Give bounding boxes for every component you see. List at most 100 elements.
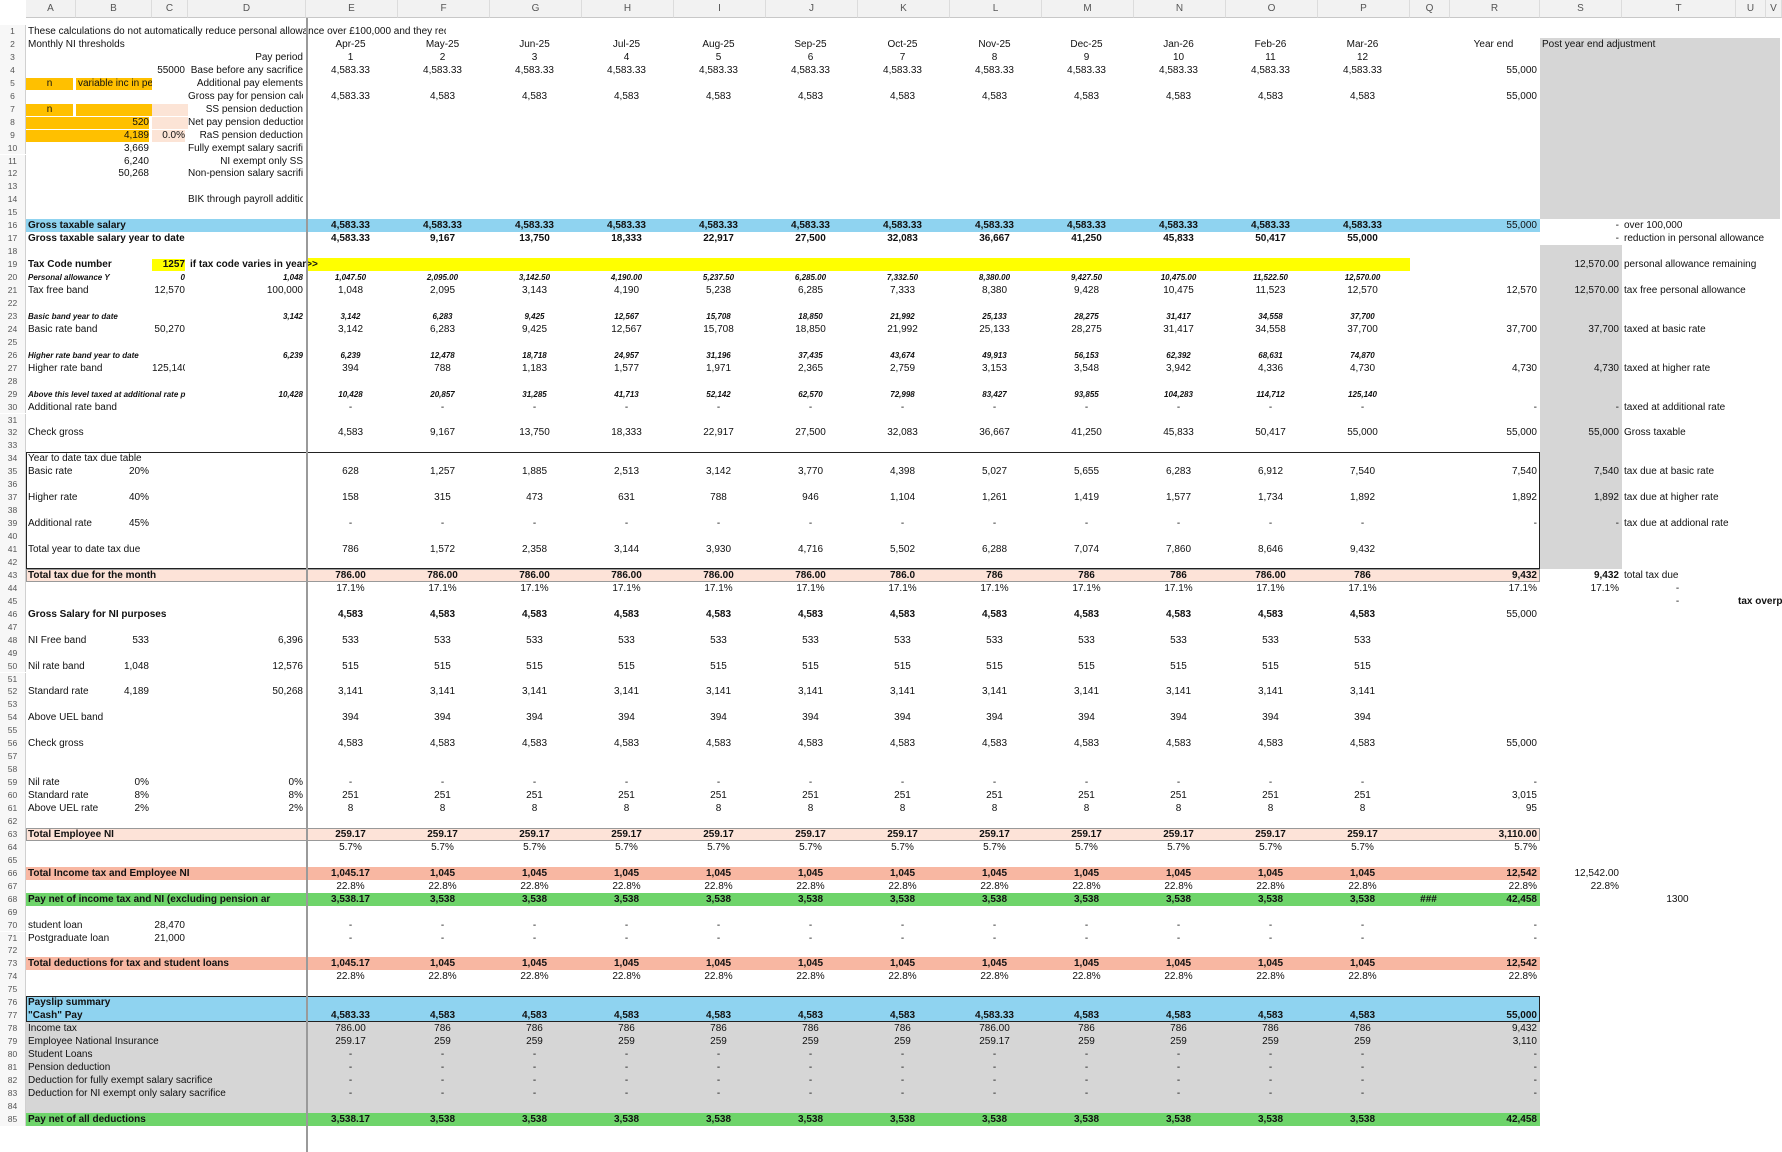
- row-header[interactable]: 18: [0, 245, 26, 259]
- cell-P2[interactable]: Mar-26: [1318, 39, 1407, 51]
- cell-K66[interactable]: 1,045: [858, 868, 947, 880]
- row-header[interactable]: 33: [0, 439, 26, 453]
- cell-K16[interactable]: 4,583.33: [858, 220, 947, 232]
- cell-L48[interactable]: 533: [950, 635, 1039, 647]
- cell-E56[interactable]: 4,583: [306, 738, 395, 750]
- cell-R39[interactable]: -: [1450, 518, 1537, 530]
- cell-L4[interactable]: 4,583.33: [950, 65, 1039, 77]
- cell-F32[interactable]: 9,167: [398, 427, 487, 439]
- cell-O21[interactable]: 11,523: [1226, 285, 1315, 297]
- cell-D6[interactable]: Gross pay for pension calculation: [188, 91, 303, 103]
- cell-J78[interactable]: 786: [766, 1023, 855, 1035]
- cell-T27[interactable]: taxed at higher rate: [1622, 363, 1782, 375]
- cell-D23[interactable]: 3,142: [188, 311, 303, 323]
- cell-T21[interactable]: tax free personal allowance: [1622, 285, 1782, 297]
- cell-J68[interactable]: 3,538: [766, 894, 855, 906]
- row-header[interactable]: 4: [0, 63, 26, 77]
- cell-E4[interactable]: 4,583.33: [306, 65, 395, 77]
- cell-M32[interactable]: 41,250: [1042, 427, 1131, 439]
- cell-G43[interactable]: 786.00: [490, 570, 579, 582]
- cell-L6[interactable]: 4,583: [950, 91, 1039, 103]
- cell-S43[interactable]: 9,432: [1540, 570, 1619, 582]
- cell-I73[interactable]: 1,045: [674, 958, 763, 970]
- cell-L26[interactable]: 49,913: [950, 350, 1039, 362]
- row-header[interactable]: 73: [0, 957, 26, 971]
- cell-N32[interactable]: 45,833: [1134, 427, 1223, 439]
- cell-K43[interactable]: 786.0: [858, 570, 947, 582]
- cell-I56[interactable]: 4,583: [674, 738, 763, 750]
- cell-L66[interactable]: 1,045: [950, 868, 1039, 880]
- cell-D61[interactable]: 2%: [188, 803, 303, 815]
- cell-K70[interactable]: -: [858, 920, 947, 932]
- cell-F61[interactable]: 8: [398, 803, 487, 815]
- cell-T44[interactable]: -: [1622, 583, 1733, 595]
- cell-K79[interactable]: 259: [858, 1036, 947, 1048]
- cell-P35[interactable]: 7,540: [1318, 466, 1407, 478]
- cell-J71[interactable]: -: [766, 933, 855, 945]
- cell-R70[interactable]: -: [1450, 920, 1537, 932]
- cell-G54[interactable]: 394: [490, 712, 579, 724]
- cell-F24[interactable]: 6,283: [398, 324, 487, 336]
- column-header[interactable]: M: [1042, 0, 1134, 18]
- row-header[interactable]: 55: [0, 724, 26, 738]
- cell-B48[interactable]: 533: [76, 635, 149, 647]
- cell-N70[interactable]: -: [1134, 920, 1223, 932]
- cell-G83[interactable]: -: [490, 1088, 579, 1100]
- cell-N35[interactable]: 6,283: [1134, 466, 1223, 478]
- cell-J64[interactable]: 5.7%: [766, 842, 855, 854]
- row-header[interactable]: 34: [0, 452, 26, 466]
- cell-A5[interactable]: n: [26, 77, 73, 90]
- cell-G81[interactable]: -: [490, 1062, 579, 1074]
- cell-K50[interactable]: 515: [858, 661, 947, 673]
- cell-N43[interactable]: 786: [1134, 570, 1223, 582]
- cell-G60[interactable]: 251: [490, 790, 579, 802]
- cell-P80[interactable]: -: [1318, 1049, 1407, 1061]
- cell-O52[interactable]: 3,141: [1226, 686, 1315, 698]
- cell-C4[interactable]: 55000: [152, 65, 185, 77]
- cell-T16[interactable]: over 100,000: [1622, 220, 1782, 232]
- cell-I21[interactable]: 5,238: [674, 285, 763, 297]
- row-header[interactable]: 17: [0, 232, 26, 246]
- cell-N60[interactable]: 251: [1134, 790, 1223, 802]
- cell-J80[interactable]: -: [766, 1049, 855, 1061]
- row-header[interactable]: 82: [0, 1073, 26, 1087]
- cell-F4[interactable]: 4,583.33: [398, 65, 487, 77]
- cell-F59[interactable]: -: [398, 777, 487, 789]
- cell-K64[interactable]: 5.7%: [858, 842, 947, 854]
- row-header[interactable]: 31: [0, 413, 26, 427]
- cell-I46[interactable]: 4,583: [674, 609, 763, 621]
- cell-R56[interactable]: 55,000: [1450, 738, 1537, 750]
- row-header[interactable]: 65: [0, 853, 26, 867]
- cell-E64[interactable]: 5.7%: [306, 842, 395, 854]
- cell-R82[interactable]: -: [1450, 1075, 1537, 1087]
- cell-J23[interactable]: 18,850: [766, 311, 855, 323]
- cell-L50[interactable]: 515: [950, 661, 1039, 673]
- cell-K80[interactable]: -: [858, 1049, 947, 1061]
- cell-H71[interactable]: -: [582, 933, 671, 945]
- cell-J82[interactable]: -: [766, 1075, 855, 1087]
- cell-J17[interactable]: 27,500: [766, 233, 855, 245]
- row-header[interactable]: 37: [0, 491, 26, 505]
- row-header[interactable]: 23: [0, 309, 26, 323]
- cell-H6[interactable]: 4,583: [582, 91, 671, 103]
- cell-K21[interactable]: 7,333: [858, 285, 947, 297]
- cell-R85[interactable]: 42,458: [1450, 1114, 1537, 1126]
- row-header[interactable]: 54: [0, 711, 26, 725]
- cell-I71[interactable]: -: [674, 933, 763, 945]
- cell-L44[interactable]: 17.1%: [950, 583, 1039, 595]
- cell-C19[interactable]: 1257: [152, 259, 185, 272]
- cell-O64[interactable]: 5.7%: [1226, 842, 1315, 854]
- cell-M66[interactable]: 1,045: [1042, 868, 1131, 880]
- cell-J27[interactable]: 2,365: [766, 363, 855, 375]
- cell-T68[interactable]: 1300: [1622, 894, 1733, 906]
- cell-F68[interactable]: 3,538: [398, 894, 487, 906]
- column-header[interactable]: G: [490, 0, 582, 18]
- cell-J66[interactable]: 1,045: [766, 868, 855, 880]
- cell-B12[interactable]: 50,268: [76, 168, 149, 180]
- cell-M77[interactable]: 4,583: [1042, 1010, 1131, 1022]
- cell-P54[interactable]: 394: [1318, 712, 1407, 724]
- cell-K4[interactable]: 4,583.33: [858, 65, 947, 77]
- cell-F64[interactable]: 5.7%: [398, 842, 487, 854]
- cell-E41[interactable]: 786: [306, 544, 395, 556]
- cell-G24[interactable]: 9,425: [490, 324, 579, 336]
